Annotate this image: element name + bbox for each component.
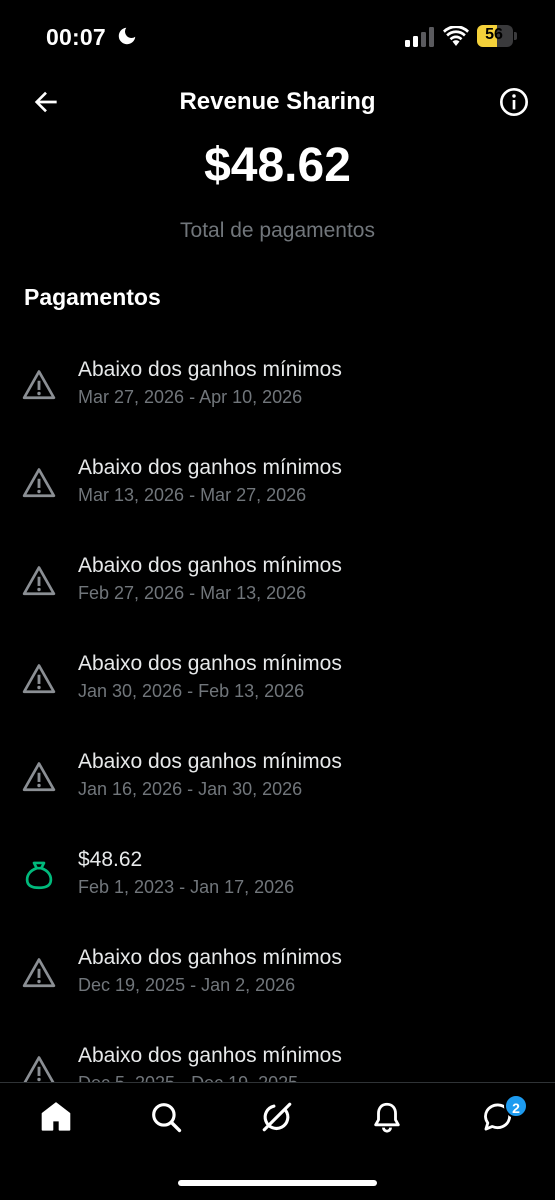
total-payments-amount: $48.62: [204, 139, 351, 192]
page-title: Revenue Sharing: [179, 88, 376, 115]
search-icon: [152, 1103, 182, 1133]
home-icon: [41, 1102, 71, 1131]
tab-home[interactable]: [36, 1097, 76, 1137]
payment-amount: $48.62: [78, 848, 143, 871]
payment-date-range: Feb 27, 2026 - Mar 13, 2026: [78, 583, 307, 603]
payment-item[interactable]: Abaixo dos ganhos mínimos Mar 27, 2026 -…: [0, 322, 555, 420]
messages-unread-badge: 2: [504, 1094, 528, 1118]
total-payments-label: Total de pagamentos: [180, 219, 375, 242]
payment-item[interactable]: Abaixo dos ganhos mínimos Dec 19, 2025 -…: [0, 910, 555, 1008]
warning-icon: [22, 564, 56, 598]
payment-status: Abaixo dos ganhos mínimos: [78, 554, 342, 577]
payment-item[interactable]: Abaixo dos ganhos mínimos Mar 13, 2026 -…: [0, 420, 555, 518]
payment-item[interactable]: $48.62 Feb 1, 2023 - Jan 17, 2026: [0, 812, 555, 910]
payments-section-title: Pagamentos: [24, 284, 161, 310]
warning-icon: [22, 466, 56, 500]
tab-grok[interactable]: [257, 1097, 297, 1137]
payment-status: Abaixo dos ganhos mínimos: [78, 1044, 342, 1067]
payment-item[interactable]: Abaixo dos ganhos mínimos Dec 5, 2025 - …: [0, 1008, 555, 1082]
payment-item[interactable]: Abaixo dos ganhos mínimos Jan 16, 2026 -…: [0, 714, 555, 812]
warning-icon: [22, 956, 56, 990]
money-bag-icon: [22, 858, 56, 892]
cellular-signal-icon: [405, 27, 435, 52]
payment-item[interactable]: Abaixo dos ganhos mínimos Jan 30, 2026 -…: [0, 616, 555, 714]
status-time: 00:07: [46, 24, 106, 50]
tab-notifications[interactable]: [367, 1097, 407, 1137]
warning-icon: [22, 1054, 56, 1082]
payments-list[interactable]: Abaixo dos ganhos mínimos Mar 27, 2026 -…: [0, 322, 555, 1082]
payment-status: Abaixo dos ganhos mínimos: [78, 358, 342, 381]
payment-date-range: Mar 27, 2026 - Apr 10, 2026: [78, 387, 303, 407]
payment-date-range: Mar 13, 2026 - Mar 27, 2026: [78, 485, 307, 505]
tab-search[interactable]: [146, 1097, 186, 1137]
home-indicator: [178, 1180, 377, 1186]
wifi-icon: [443, 25, 469, 51]
info-icon: [500, 88, 528, 116]
battery-level: 56: [485, 26, 503, 43]
battery-charging-icon: 56: [477, 25, 517, 47]
warning-icon: [22, 368, 56, 402]
top-navigation-header: Revenue Sharing: [0, 72, 555, 132]
info-button[interactable]: [498, 86, 530, 118]
payment-date-range: Dec 5, 2025 - Dec 19, 2025: [78, 1073, 298, 1082]
notifications-bell-icon: [374, 1102, 400, 1133]
payment-status: Abaixo dos ganhos mínimos: [78, 946, 342, 969]
status-bar: 00:07 56: [0, 0, 555, 72]
payment-status: Abaixo dos ganhos mínimos: [78, 456, 342, 479]
grok-icon: [262, 1102, 292, 1132]
payment-date-range: Jan 16, 2026 - Jan 30, 2026: [78, 779, 303, 799]
payment-date-range: Dec 19, 2025 - Jan 2, 2026: [78, 975, 296, 995]
payment-item[interactable]: Abaixo dos ganhos mínimos Feb 27, 2026 -…: [0, 518, 555, 616]
warning-icon: [22, 662, 56, 696]
moon-icon: [116, 25, 138, 52]
payment-status: Abaixo dos ganhos mínimos: [78, 750, 342, 773]
payment-date-range: Feb 1, 2023 - Jan 17, 2026: [78, 877, 295, 897]
payment-status: Abaixo dos ganhos mínimos: [78, 652, 342, 675]
payment-date-range: Jan 30, 2026 - Feb 13, 2026: [78, 681, 305, 701]
warning-icon: [22, 760, 56, 794]
